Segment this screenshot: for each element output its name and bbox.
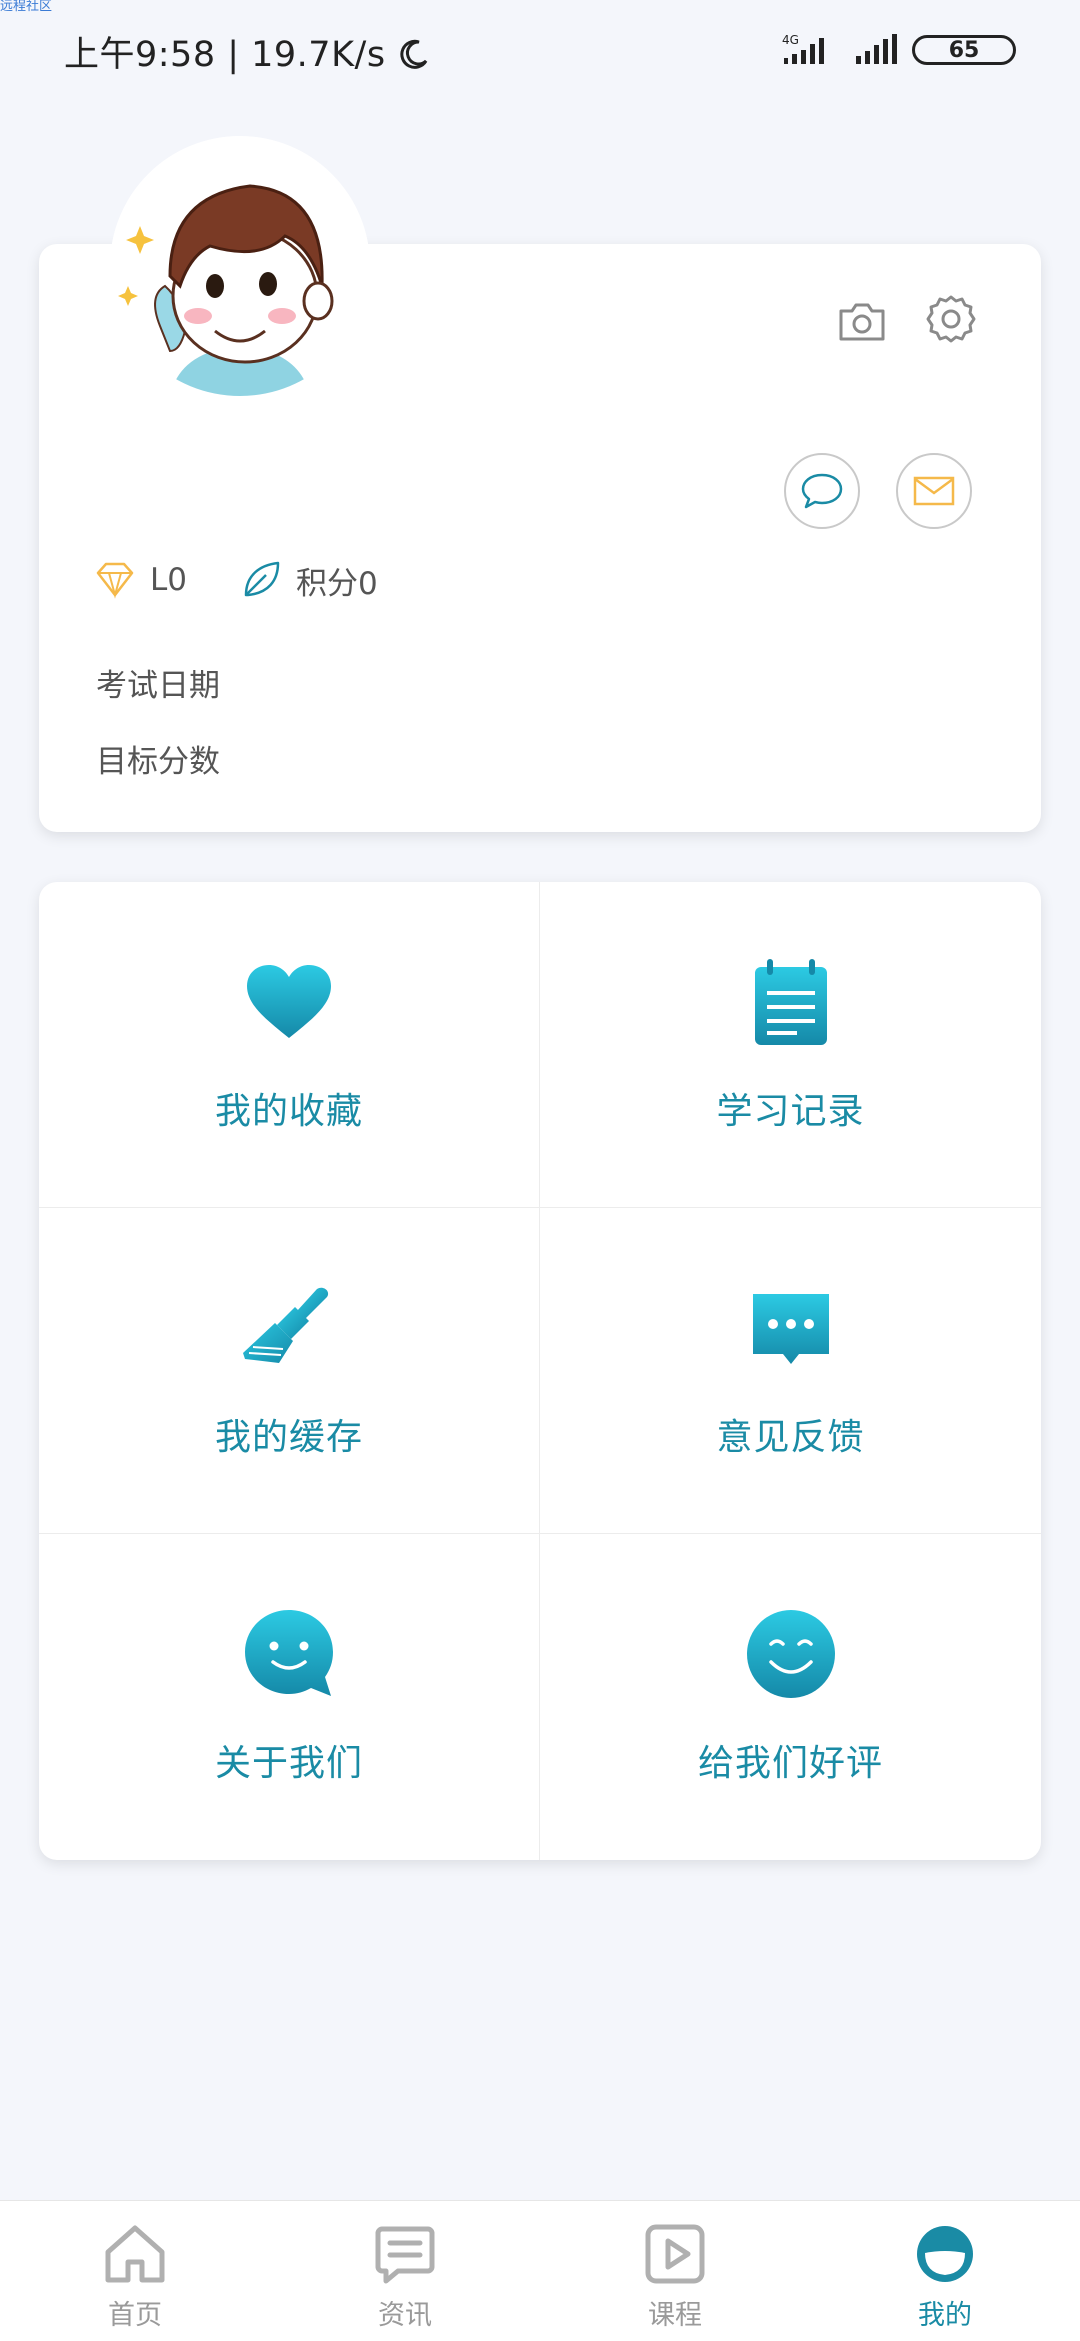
tab-label-mine: 我的 [918,2300,972,2331]
battery-level: 65 [948,37,980,63]
chat-button[interactable] [784,453,860,529]
menu-item-favorites[interactable]: 我的收藏 [39,882,540,1208]
diamond-icon [96,562,134,599]
tab-label-home: 首页 [108,2300,162,2331]
smile-chat-icon [239,1604,339,1704]
news-icon [370,2219,440,2289]
level-badge: L0 [94,556,187,604]
menu-grid: 我的收藏 学习记录 我的缓存 意见反馈 关于我们 给我们好评 [39,882,1041,1860]
notepad-icon [741,952,841,1052]
avatar-cartoon-image [110,136,370,396]
status-bar: 上午9:58 | 19.7K/s 4G 65 [0,0,1080,100]
exam-date-label[interactable]: 考试日期 [96,660,220,705]
menu-label-favorites: 我的收藏 [214,1091,363,1132]
bottom-tab-bar: 首页 资讯 课程 我的 [0,2200,1080,2341]
menu-item-feedback[interactable]: 意见反馈 [540,1208,1041,1534]
menu-label-feedback: 意见反馈 [716,1417,865,1458]
brush-icon [239,1278,339,1378]
points-badge: 积分0 [240,556,378,604]
menu-item-about[interactable]: 关于我们 [39,1534,540,1860]
menu-label-cache: 我的缓存 [214,1417,363,1458]
menu-label-study-record: 学习记录 [716,1091,865,1132]
menu-label-about: 关于我们 [214,1743,363,1784]
chat-bubble-icon [801,473,843,509]
tab-label-news: 资讯 [378,2300,432,2331]
avatar[interactable] [110,136,370,396]
signal-icon [856,34,897,64]
menu-label-rate-us: 给我们好评 [697,1743,883,1784]
play-icon [640,2219,710,2289]
level-value: L0 [150,562,187,598]
gear-icon[interactable] [925,293,977,345]
tab-home[interactable]: 首页 [0,2201,270,2341]
heart-icon [239,952,339,1052]
menu-item-study-record[interactable]: 学习记录 [540,882,1041,1208]
tab-mine[interactable]: 我的 [810,2201,1080,2341]
mail-icon [913,476,955,506]
tab-label-course: 课程 [648,2300,702,2331]
points-value: 积分0 [296,565,378,602]
tab-news[interactable]: 资讯 [270,2201,540,2341]
signal-4g-icon: 4G [782,33,824,64]
home-icon [100,2219,170,2289]
status-time-speed: 上午9:58 | 19.7K/s [64,35,386,75]
moon-icon [400,39,428,69]
battery-indicator: 65 [912,35,1016,65]
message-bubble-icon [741,1278,841,1378]
menu-item-rate-us[interactable]: 给我们好评 [540,1534,1041,1860]
camera-icon[interactable] [835,295,889,349]
smiley-icon [741,1604,841,1704]
network-type-label: 4G [782,33,799,47]
tab-course[interactable]: 课程 [540,2201,810,2341]
menu-item-cache[interactable]: 我的缓存 [39,1208,540,1534]
target-score-label[interactable]: 目标分数 [96,736,220,781]
profile-icon [910,2219,980,2289]
mail-button[interactable] [896,453,972,529]
leaf-icon [244,561,280,597]
